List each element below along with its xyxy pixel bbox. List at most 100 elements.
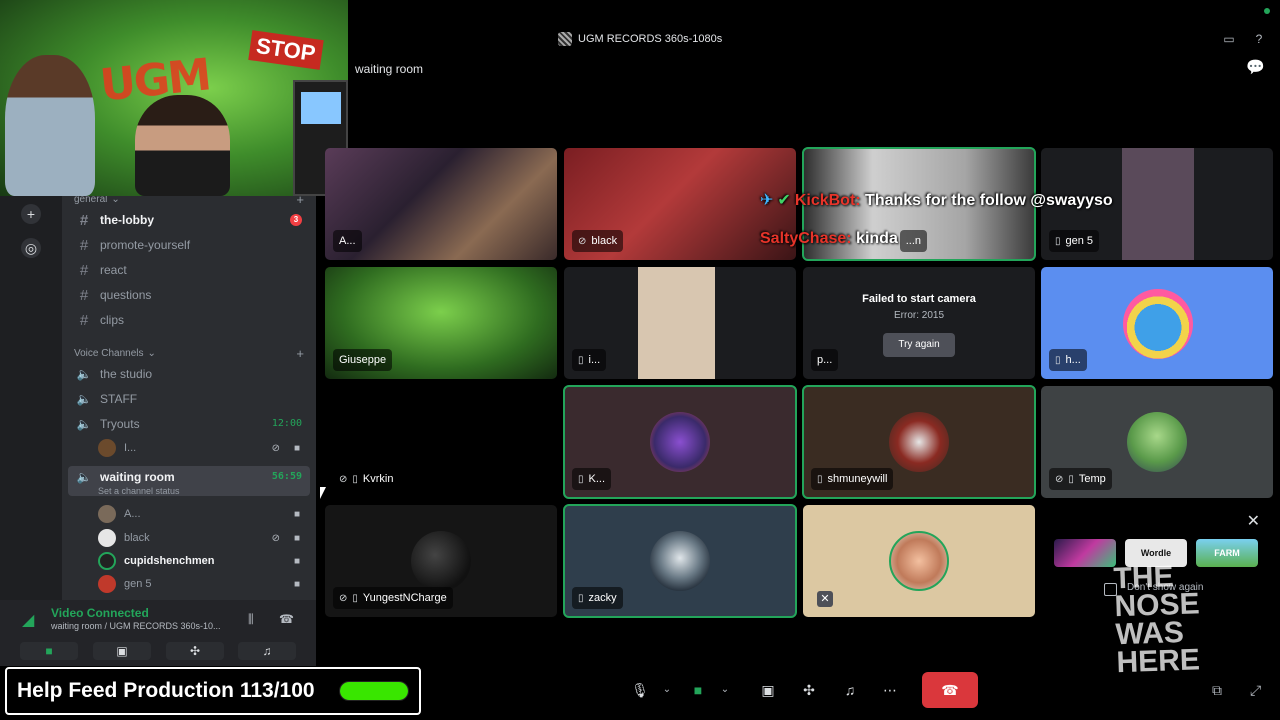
channel-react[interactable]: # react (68, 259, 310, 281)
video-tile[interactable]: ⊘ ▯ Kvrkin (325, 386, 557, 498)
soundboard-icon[interactable]: ♫ (836, 676, 864, 704)
voice-user[interactable]: I... ⊘ ■ (98, 438, 310, 458)
video-tile[interactable]: ▯ K... (563, 385, 797, 499)
chat-username: KickBot: (794, 192, 861, 209)
streamer-person-2 (135, 95, 230, 196)
chevron-down-icon[interactable]: ⌄ (718, 676, 732, 704)
activities-button[interactable]: ✣ (166, 642, 224, 660)
voice-channel-the-studio[interactable]: 🔈 the studio (68, 363, 310, 385)
video-tile[interactable]: ✕ (803, 505, 1035, 617)
avatar (98, 575, 116, 593)
tile-name: ▯ shmuneywill (811, 468, 894, 490)
channel-status[interactable]: Set a channel status (98, 486, 180, 496)
muted-icon: ⊘ (339, 592, 348, 604)
tile-name: A... (333, 230, 362, 252)
more-icon[interactable]: ⋯ (876, 676, 904, 704)
tile-name-text: black (591, 235, 618, 247)
voice-user-name: black (124, 532, 150, 544)
screen-share-icon[interactable]: ▣ (754, 676, 782, 704)
video-tile[interactable]: ▯ i... (564, 267, 796, 379)
video-tile[interactable]: Failed to start camera Error: 2015 Try a… (803, 267, 1035, 379)
try-again-button[interactable]: Try again (883, 333, 955, 357)
screen-share-button[interactable]: ▣ (93, 642, 151, 660)
close-icon[interactable]: ✕ (817, 591, 833, 607)
channel-label: react (100, 263, 127, 277)
hash-icon: # (79, 286, 89, 304)
microphone-icon[interactable]: 🎙 (626, 676, 654, 704)
category-voice[interactable]: Voice Channels ⌄ (74, 348, 156, 359)
voice-location[interactable]: waiting room / UGM RECORDS 360s-10... (51, 621, 221, 631)
disconnect-icon[interactable]: ☎ (279, 612, 294, 626)
chat-text: Thanks for the follow @swayyso (865, 192, 1113, 209)
channel-label: promote-yourself (100, 238, 191, 252)
voice-user-name: I... (124, 442, 137, 454)
video-tile[interactable]: ▯ h... (1041, 267, 1273, 379)
noise-suppression-icon[interactable]: ⫼ (248, 612, 254, 627)
activity-game-1[interactable] (1054, 539, 1116, 567)
chat-text: kinda (856, 230, 898, 247)
video-tile[interactable]: ▯ shmuneywill (802, 385, 1036, 499)
channel-sidebar: general ⌄ + # the-lobby 3 # promote-your… (62, 196, 316, 600)
tile-name: ⊘ ▯ YungestNCharge (333, 587, 453, 609)
video-tile[interactable]: Giuseppe (325, 267, 557, 379)
tile-name-text: Giuseppe (339, 354, 387, 366)
add-voice-channel-icon[interactable]: + (296, 346, 304, 361)
category-general[interactable]: general ⌄ (74, 196, 120, 205)
disconnect-button[interactable]: ☎ (922, 672, 978, 708)
connection-dot (1264, 8, 1270, 14)
chat-message: ✈ ✔ KickBot: Thanks for the follow @swayys… (760, 190, 1113, 210)
inbox-icon[interactable]: ▭ (1221, 32, 1237, 46)
channel-questions[interactable]: # questions (68, 284, 310, 306)
popout-icon[interactable]: ⧉ (1212, 682, 1222, 699)
tile-name: ⊘ ▯ Kvrkin (333, 468, 400, 490)
phone-icon: ▯ (578, 592, 584, 604)
help-icon[interactable]: ? (1251, 32, 1267, 46)
voice-channel-tryouts[interactable]: 🔈 Tryouts 12:00 (68, 413, 310, 435)
video-tile[interactable]: ▯ zacky (563, 504, 797, 618)
fullscreen-icon[interactable]: ⤢ (1250, 682, 1261, 699)
phone-icon: ▯ (352, 592, 358, 604)
chat-message: SaltyChase: kinda (760, 230, 898, 248)
hash-icon: # (79, 311, 89, 329)
tile-name: ▯ i... (572, 349, 607, 371)
voice-user-name: A... (124, 508, 141, 520)
tile-name-text: h... (1065, 354, 1081, 366)
video-tile[interactable]: ⊘ ▯ YungestNCharge (325, 505, 557, 617)
voice-user[interactable]: gen 5 ■ (98, 574, 310, 594)
video-tile[interactable]: ⊘ ▯ Temp (1041, 386, 1273, 498)
mouse-cursor (320, 487, 326, 499)
channel-label: questions (100, 288, 152, 302)
channel-clips[interactable]: # clips (68, 309, 310, 331)
channel-the-lobby[interactable]: # the-lobby 3 (68, 209, 310, 231)
voice-user[interactable]: cupidshenchmen ■ (98, 551, 310, 571)
avatar (1123, 289, 1193, 359)
chat-icon[interactable]: 💬 (1246, 60, 1266, 76)
tile-name-text: A... (339, 235, 356, 247)
tile-name-text: i... (588, 354, 601, 366)
soundboard-button[interactable]: ♫ (238, 642, 296, 660)
phone-icon: ▯ (817, 473, 823, 485)
camera-icon[interactable]: ■ (684, 676, 712, 704)
activities-icon[interactable]: ✣ (795, 676, 823, 704)
voice-user[interactable]: A... ■ (98, 504, 310, 524)
add-channel-icon[interactable]: + (296, 196, 304, 207)
add-server-icon[interactable]: + (21, 204, 41, 224)
avatar (98, 505, 116, 523)
close-icon[interactable]: ✕ (1247, 511, 1260, 531)
channel-label: STAFF (100, 392, 138, 406)
voice-channel-staff[interactable]: 🔈 STAFF (68, 388, 310, 410)
voice-channel-waiting-room[interactable]: 🔈 waiting room 56:59 Set a channel statu… (68, 466, 310, 496)
voice-user[interactable]: black ⊘ ■ (98, 528, 310, 548)
video-tile[interactable]: A... (325, 148, 557, 260)
channel-promote-yourself[interactable]: # promote-yourself (68, 234, 310, 256)
discover-icon[interactable]: ◎ (21, 238, 41, 258)
avatar (650, 412, 710, 472)
avatar (98, 529, 116, 547)
chevron-down-icon[interactable]: ⌄ (660, 676, 674, 704)
server-title: UGM RECORDS 360s-1080s (558, 32, 722, 46)
camera-toggle-button[interactable]: ■ (20, 642, 78, 660)
channel-header: waiting room (355, 62, 424, 76)
feed-progress-fill (340, 682, 408, 700)
avatar (650, 531, 710, 591)
hash-icon: # (79, 261, 89, 279)
